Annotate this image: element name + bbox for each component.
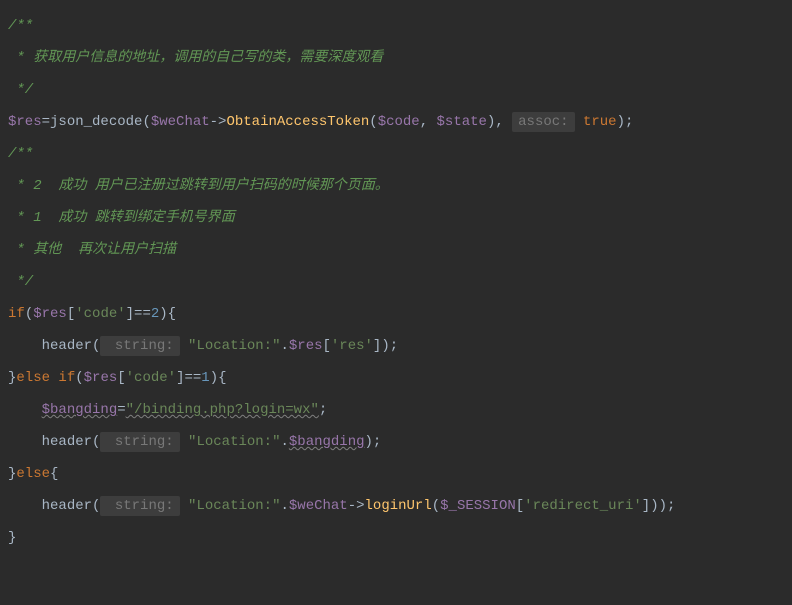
param-hint: string: [100, 496, 179, 516]
param-hint: string: [100, 336, 179, 356]
code-line: }else if($res['code']==1){ [8, 362, 784, 394]
param-hint: assoc: [512, 112, 574, 132]
comment-line: */ [8, 74, 784, 106]
code-line: }else{ [8, 458, 784, 490]
comment-line: * 获取用户信息的地址，调用的自己写的类，需要深度观看 [8, 42, 784, 74]
code-line: if($res['code']==2){ [8, 298, 784, 330]
code-line: header( string: "Location:".$bangding); [8, 426, 784, 458]
comment-line: * 其他 再次让用户扫描 [8, 234, 784, 266]
param-hint: string: [100, 432, 179, 452]
comment-line: /** [8, 10, 784, 42]
code-line: header( string: "Location:".$res['res'])… [8, 330, 784, 362]
code-line: } [8, 522, 784, 554]
comment-line: * 1 成功 跳转到绑定手机号界面 [8, 202, 784, 234]
code-line: header( string: "Location:".$weChat->log… [8, 490, 784, 522]
code-editor[interactable]: /** * 获取用户信息的地址，调用的自己写的类，需要深度观看 */ $res=… [8, 10, 784, 554]
comment-line: * 2 成功 用户已注册过跳转到用户扫码的时候那个页面。 [8, 170, 784, 202]
comment-line: /** [8, 138, 784, 170]
comment-line: */ [8, 266, 784, 298]
code-line: $res=json_decode($weChat->ObtainAccessTo… [8, 106, 784, 138]
code-line: $bangding="/binding.php?login=wx"; [8, 394, 784, 426]
